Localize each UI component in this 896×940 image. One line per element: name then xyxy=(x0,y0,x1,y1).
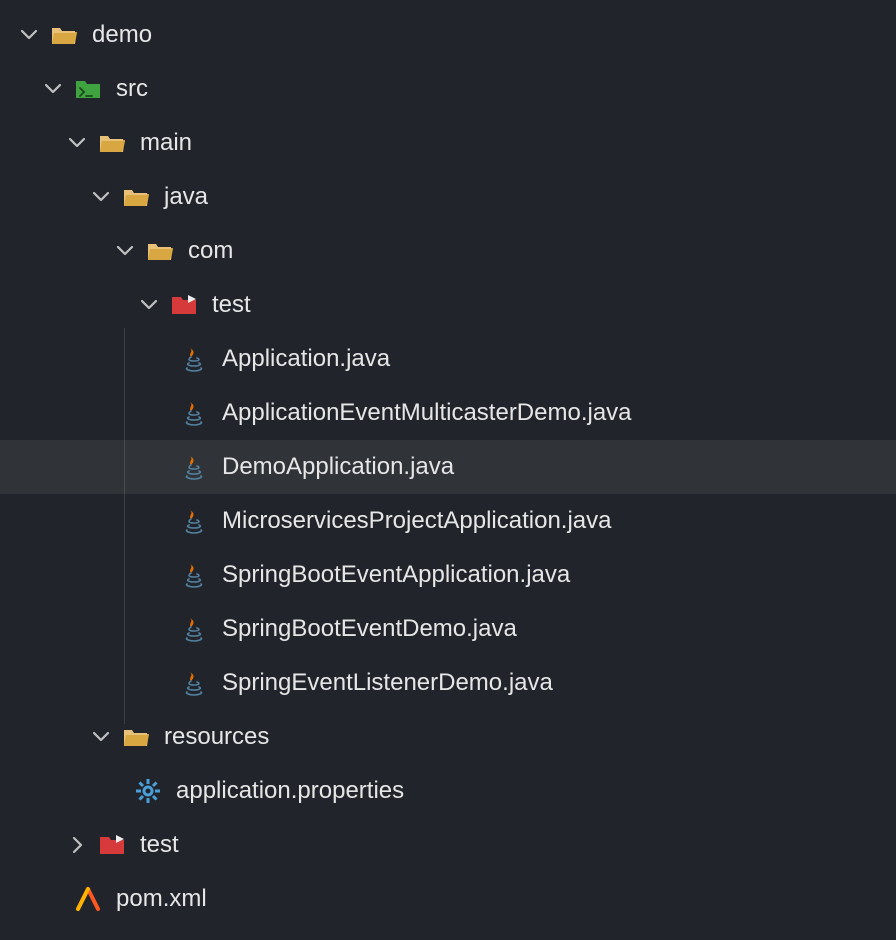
tree-item-label: resources xyxy=(164,723,269,751)
tree-item-label: main xyxy=(140,129,192,157)
tree-item-label: test xyxy=(212,291,251,319)
java-file-icon xyxy=(180,453,208,481)
tree-item-label: ApplicationEventMulticasterDemo.java xyxy=(222,399,632,427)
chevron-right-icon xyxy=(66,834,88,856)
tree-item-file-application[interactable]: Application.java xyxy=(0,332,896,386)
tree-item-label: DemoApplication.java xyxy=(222,453,454,481)
tree-item-test-package[interactable]: test xyxy=(0,278,896,332)
tree-item-file-app-properties[interactable]: application.properties xyxy=(0,764,896,818)
tree-item-main[interactable]: main xyxy=(0,116,896,170)
tree-item-label: SpringBootEventApplication.java xyxy=(222,561,570,589)
tree-item-label: demo xyxy=(92,21,152,49)
chevron-down-icon xyxy=(138,294,160,316)
tree-item-com[interactable]: com xyxy=(0,224,896,278)
package-folder-icon xyxy=(170,291,198,319)
tree-item-resources[interactable]: resources xyxy=(0,710,896,764)
tree-item-file-demo-application[interactable]: DemoApplication.java xyxy=(0,440,896,494)
java-file-icon xyxy=(180,615,208,643)
tree-item-file-event-multicaster[interactable]: ApplicationEventMulticasterDemo.java xyxy=(0,386,896,440)
gear-icon xyxy=(134,777,162,805)
chevron-down-icon xyxy=(114,240,136,262)
tree-item-src[interactable]: src xyxy=(0,62,896,116)
folder-open-icon xyxy=(98,129,126,157)
test-folder-icon xyxy=(98,831,126,859)
tree-item-label: SpringBootEventDemo.java xyxy=(222,615,517,643)
tree-item-label: MicroservicesProjectApplication.java xyxy=(222,507,611,535)
tree-item-file-microservices[interactable]: MicroservicesProjectApplication.java xyxy=(0,494,896,548)
tree-item-file-spring-boot-event-app[interactable]: SpringBootEventApplication.java xyxy=(0,548,896,602)
folder-open-icon xyxy=(122,723,150,751)
folder-open-icon xyxy=(50,21,78,49)
chevron-down-icon xyxy=(42,78,64,100)
chevron-down-icon xyxy=(90,186,112,208)
tree-item-java[interactable]: java xyxy=(0,170,896,224)
tree-item-test-folder[interactable]: test xyxy=(0,818,896,872)
tree-item-file-spring-event-listener[interactable]: SpringEventListenerDemo.java xyxy=(0,656,896,710)
tree-item-label: Application.java xyxy=(222,345,390,373)
source-folder-icon xyxy=(74,75,102,103)
java-file-icon xyxy=(180,399,208,427)
tree-item-label: application.properties xyxy=(176,777,404,805)
chevron-down-icon xyxy=(66,132,88,154)
java-file-icon xyxy=(180,345,208,373)
folder-open-icon xyxy=(122,183,150,211)
tree-item-label: java xyxy=(164,183,208,211)
tree-item-demo[interactable]: demo xyxy=(0,8,896,62)
java-file-icon xyxy=(180,669,208,697)
java-file-icon xyxy=(180,507,208,535)
tree-item-label: src xyxy=(116,75,148,103)
tree-item-label: pom.xml xyxy=(116,885,207,913)
maven-icon xyxy=(74,885,102,913)
tree-item-label: test xyxy=(140,831,179,859)
folder-open-icon xyxy=(146,237,174,265)
tree-item-label: SpringEventListenerDemo.java xyxy=(222,669,553,697)
tree-item-file-pom[interactable]: pom.xml xyxy=(0,872,896,926)
tree-item-label: com xyxy=(188,237,233,265)
java-file-icon xyxy=(180,561,208,589)
chevron-down-icon xyxy=(18,24,40,46)
tree-item-file-spring-boot-event-demo[interactable]: SpringBootEventDemo.java xyxy=(0,602,896,656)
chevron-down-icon xyxy=(90,726,112,748)
